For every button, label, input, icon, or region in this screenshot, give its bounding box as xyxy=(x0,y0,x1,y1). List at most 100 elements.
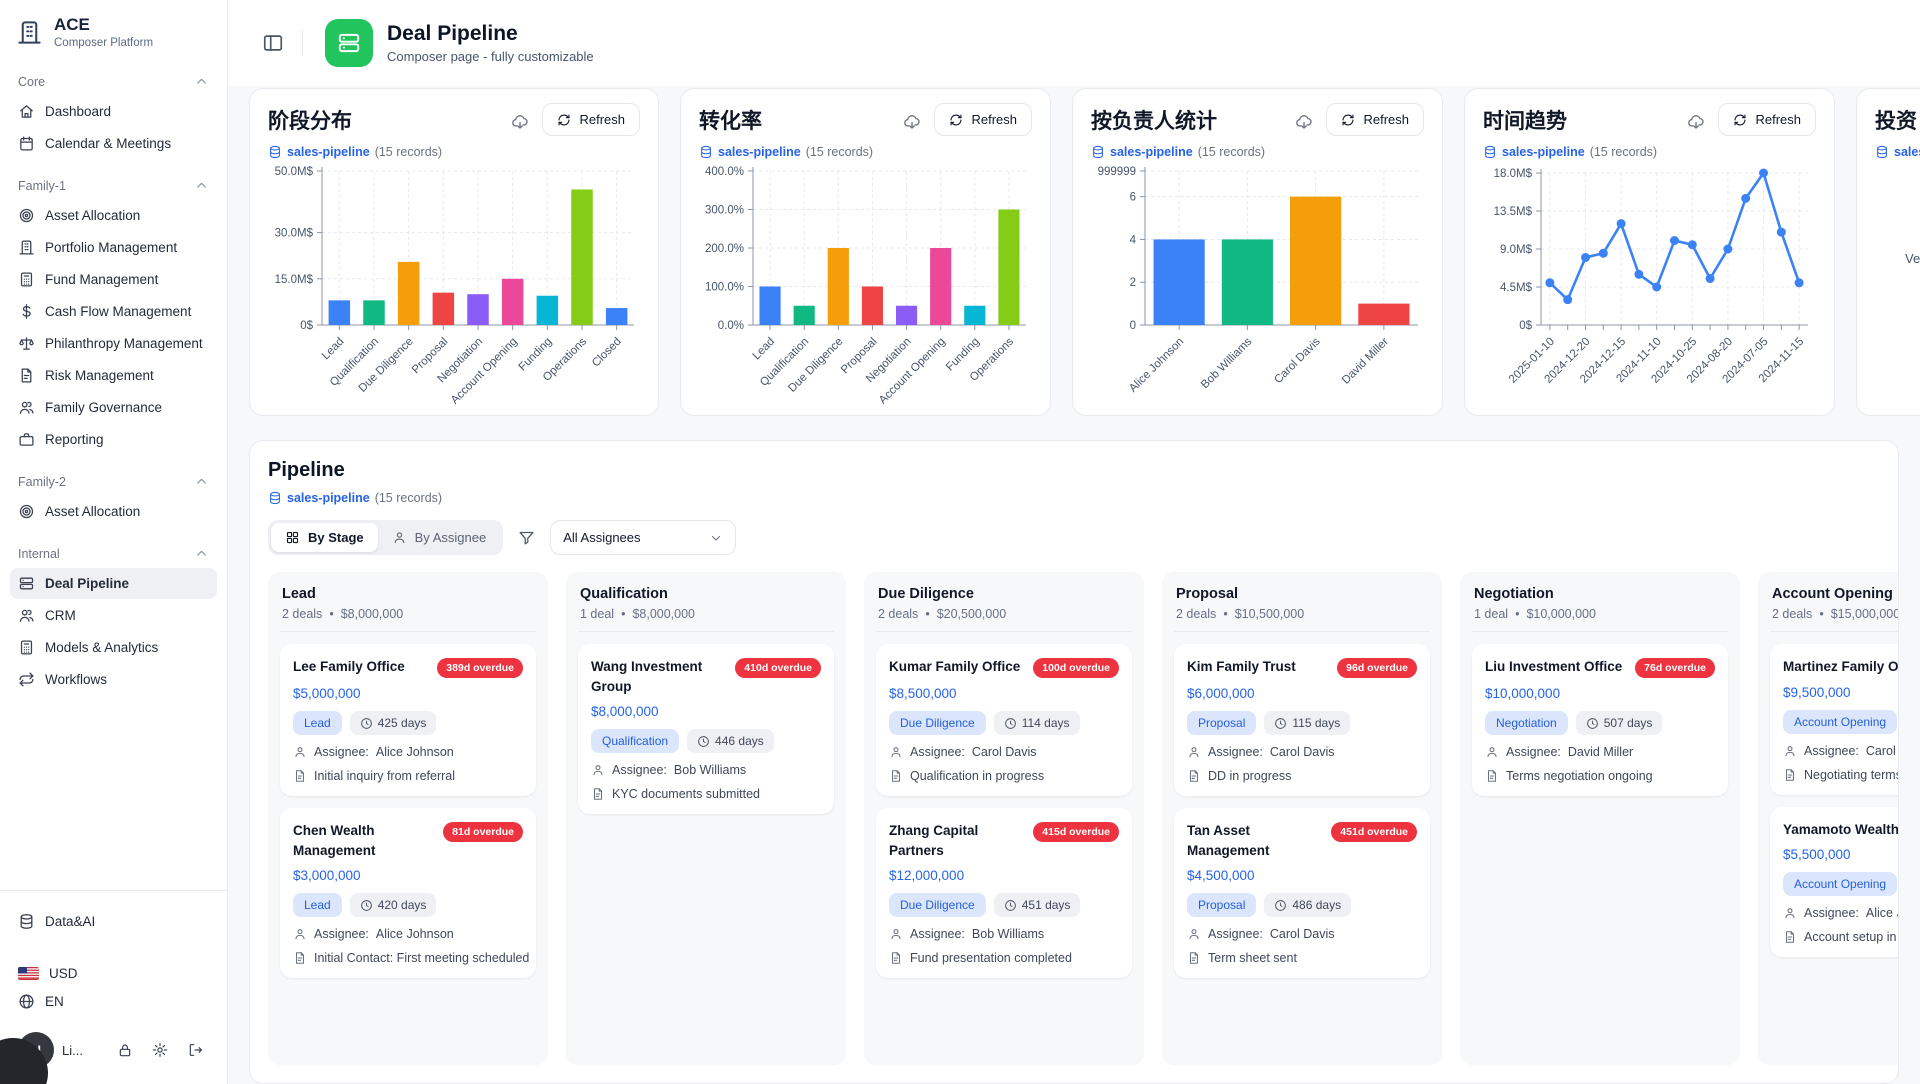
deal-card[interactable]: Yamamoto Wealth$5,500,000Account Opening… xyxy=(1770,807,1899,958)
chart-card-3: 按负责人统计Refreshsales-pipeline(15 records)0… xyxy=(1072,88,1443,416)
svg-text:Lead: Lead xyxy=(320,336,347,363)
sidebar-item-label: Reporting xyxy=(45,432,104,447)
column-summary: 2 deals•$8,000,000 xyxy=(280,607,536,621)
deal-company: Wang Investment Group xyxy=(591,657,729,696)
days-value: 114 days xyxy=(1022,716,1070,730)
lock-icon[interactable] xyxy=(117,1042,133,1058)
sidebar-item-asset-allocation[interactable]: Asset Allocation xyxy=(10,496,217,527)
deal-card[interactable]: Kim Family Trust96d overdue$6,000,000Pro… xyxy=(1174,644,1430,796)
column-divider xyxy=(1472,631,1728,632)
pipeline-panel: Pipeline sales-pipeline (15 records) By … xyxy=(249,440,1899,1084)
days-value: 486 days xyxy=(1292,898,1341,912)
section-header-core[interactable]: Core xyxy=(10,71,217,95)
sidebar-item-crm[interactable]: CRM xyxy=(10,600,217,631)
deal-company: Lee Family Office xyxy=(293,657,431,677)
deal-card[interactable]: Liu Investment Office76d overdue$10,000,… xyxy=(1472,644,1728,796)
chart-title: 投资 xyxy=(1875,103,1917,135)
chart-source-link[interactable]: sales-pipeline xyxy=(287,145,370,159)
column-name: Proposal xyxy=(1174,584,1430,602)
clock-icon xyxy=(1004,899,1017,912)
chart-source-link[interactable]: sales-pipeline xyxy=(718,145,801,159)
sidebar-item-asset-allocation[interactable]: Asset Allocation xyxy=(10,200,217,231)
chart-title: 阶段分布 xyxy=(268,103,352,135)
overdue-badge: 100d overdue xyxy=(1033,658,1119,678)
sidebar-item-dashboard[interactable]: Dashboard xyxy=(10,96,217,127)
svg-text:David Miller: David Miller xyxy=(1340,336,1391,387)
grid-icon xyxy=(285,530,300,545)
section-header-family-2[interactable]: Family-2 xyxy=(10,471,217,495)
gear-icon[interactable] xyxy=(152,1042,168,1058)
sidebar-item-deal-pipeline[interactable]: Deal Pipeline xyxy=(10,568,217,599)
refresh-button[interactable]: Refresh xyxy=(934,103,1032,136)
refresh-button[interactable]: Refresh xyxy=(542,103,640,136)
svg-text:30.0M$: 30.0M$ xyxy=(275,228,314,240)
stage-pill: Proposal xyxy=(1187,711,1256,735)
sidebar-item-philanthropy-management[interactable]: Philanthropy Management xyxy=(10,328,217,359)
logo-title: ACE xyxy=(54,15,153,35)
sidebar-item-data-ai[interactable]: Data&AI xyxy=(10,907,217,936)
chart-source-link[interactable]: sales-pipeline xyxy=(1110,145,1193,159)
note-text: Negotiating terms xyxy=(1804,768,1899,782)
sidebar-item-portfolio-management[interactable]: Portfolio Management xyxy=(10,232,217,263)
section-header-family-1[interactable]: Family-1 xyxy=(10,175,217,199)
cloud-download-icon[interactable] xyxy=(1295,114,1313,132)
language-label: EN xyxy=(45,994,64,1009)
chart-record-count: (15 records) xyxy=(1590,145,1657,159)
clock-icon xyxy=(1004,717,1017,730)
svg-text:999999: 999999 xyxy=(1098,166,1136,178)
sidebar-item-family-governance[interactable]: Family Governance xyxy=(10,392,217,423)
currency-label: USD xyxy=(49,966,78,981)
assignee-filter-select[interactable]: All Assignees xyxy=(550,520,736,555)
language-selector[interactable]: EN xyxy=(10,987,217,1016)
section-header-internal[interactable]: Internal xyxy=(10,543,217,567)
briefcase-icon xyxy=(18,431,35,448)
logout-icon[interactable] xyxy=(187,1042,203,1058)
chart-source-link[interactable]: sales-pipeline xyxy=(1502,145,1585,159)
svg-text:2: 2 xyxy=(1130,277,1136,289)
svg-text:9.0M$: 9.0M$ xyxy=(1500,244,1533,256)
assignee-row: Assignee:Alice Johnson xyxy=(293,745,523,759)
note-row: Terms negotiation ongoing xyxy=(1485,769,1715,783)
user-name: Li... xyxy=(62,1043,83,1058)
sidebar-section-family-2: Family-2Asset Allocation xyxy=(10,471,217,527)
note-text: KYC documents submitted xyxy=(612,787,760,801)
deal-card-header: Wang Investment Group410d overdue xyxy=(591,657,821,696)
deal-card[interactable]: Tan Asset Management451d overdue$4,500,0… xyxy=(1174,808,1430,978)
refresh-button[interactable]: Refresh xyxy=(1718,103,1816,136)
pipeline-source-link[interactable]: sales-pipeline xyxy=(287,491,370,505)
sidebar-item-risk-management[interactable]: Risk Management xyxy=(10,360,217,391)
column-dot: • xyxy=(925,607,929,621)
sidebar-item-models-analytics[interactable]: Models & Analytics xyxy=(10,632,217,663)
deal-card[interactable]: Lee Family Office389d overdue$5,000,000L… xyxy=(280,644,536,796)
data-ai-label: Data&AI xyxy=(45,914,95,929)
filter-icon[interactable] xyxy=(518,529,535,546)
currency-selector[interactable]: USD xyxy=(10,960,217,987)
tab-by-assignee[interactable]: By Assignee xyxy=(378,523,501,552)
cloud-download-icon[interactable] xyxy=(1687,114,1705,132)
sidebar-item-reporting[interactable]: Reporting xyxy=(10,424,217,455)
clock-icon xyxy=(697,735,710,748)
person-icon xyxy=(293,927,307,941)
refresh-icon xyxy=(1341,113,1355,127)
assignee-label: Assignee: xyxy=(314,927,369,941)
by-assignee-label: By Assignee xyxy=(415,530,487,545)
ace-logo-icon xyxy=(16,19,43,46)
note-icon xyxy=(889,951,903,965)
refresh-button[interactable]: Refresh xyxy=(1326,103,1424,136)
deal-card[interactable]: Zhang Capital Partners415d overdue$12,00… xyxy=(876,808,1132,978)
tab-by-stage[interactable]: By Stage xyxy=(271,523,378,552)
deal-card[interactable]: Kumar Family Office100d overdue$8,500,00… xyxy=(876,644,1132,796)
deal-card[interactable]: Martinez Family Office$9,500,000Account … xyxy=(1770,644,1899,795)
chart-source-link[interactable]: sales-pipeline xyxy=(1894,145,1920,159)
deal-card[interactable]: Chen Wealth Management81d overdue$3,000,… xyxy=(280,808,536,978)
sidebar-item-calendar-meetings[interactable]: Calendar & Meetings xyxy=(10,128,217,159)
column-summary: 2 deals•$10,500,000 xyxy=(1174,607,1430,621)
sidebar-item-cash-flow-management[interactable]: Cash Flow Management xyxy=(10,296,217,327)
cloud-download-icon[interactable] xyxy=(511,114,529,132)
sidebar-item-fund-management[interactable]: Fund Management xyxy=(10,264,217,295)
sidebar-toggle-icon[interactable] xyxy=(262,32,284,54)
dollar-icon xyxy=(18,303,35,320)
deal-card[interactable]: Wang Investment Group410d overdue$8,000,… xyxy=(578,644,834,814)
sidebar-item-workflows[interactable]: Workflows xyxy=(10,664,217,695)
cloud-download-icon[interactable] xyxy=(903,114,921,132)
